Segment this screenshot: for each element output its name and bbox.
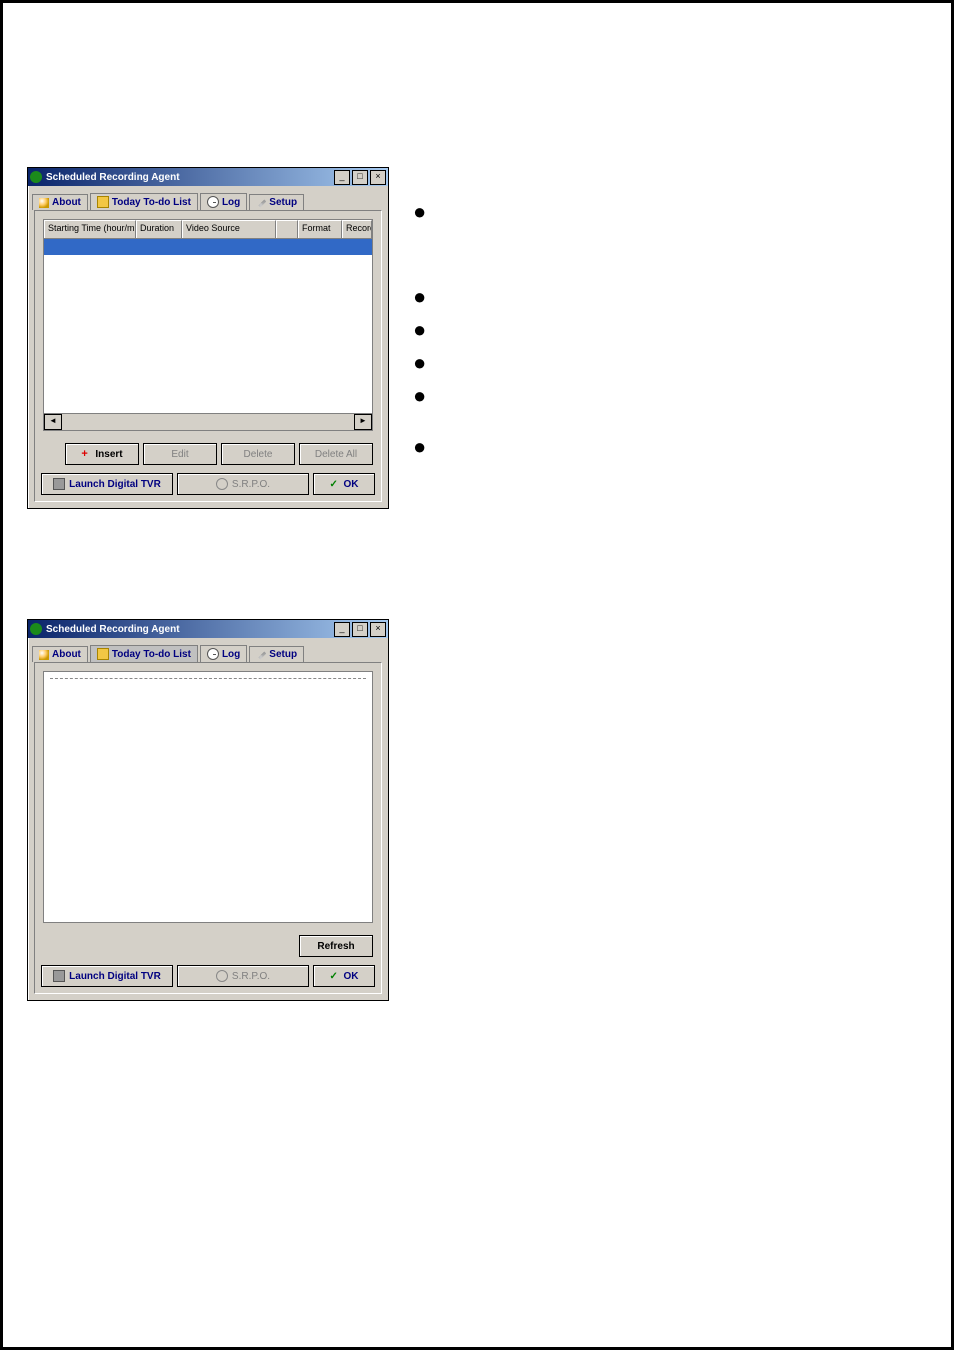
refresh-row: Refresh xyxy=(35,931,381,961)
table-button-row: Insert Edit Delete Delete All xyxy=(35,439,381,469)
check-icon xyxy=(330,479,340,489)
delete-all-label: Delete All xyxy=(315,449,357,460)
insert-label: Insert xyxy=(95,449,122,460)
tab-about[interactable]: About xyxy=(32,194,88,210)
bullet-item xyxy=(413,430,435,463)
bullet-item xyxy=(413,280,435,313)
circle-icon xyxy=(216,970,228,982)
col-duration[interactable]: Duration xyxy=(136,220,182,238)
delete-button[interactable]: Delete xyxy=(221,443,295,465)
tab-log-label: Log xyxy=(222,197,240,208)
tools-icon xyxy=(256,650,266,660)
maximize-button[interactable]: □ xyxy=(352,170,368,185)
col-video-source[interactable]: Video Source xyxy=(182,220,276,238)
tab-about-label: About xyxy=(52,197,81,208)
ok-label: OK xyxy=(344,971,359,982)
ok-button[interactable]: OK xyxy=(313,965,375,987)
about-icon xyxy=(39,650,49,660)
tab-todo-label: Today To-do List xyxy=(112,649,191,660)
tab-setup-label: Setup xyxy=(269,197,297,208)
app-icon xyxy=(30,623,42,635)
tab-today-todo[interactable]: Today To-do List xyxy=(90,193,198,210)
titlebar: Scheduled Recording Agent _ □ × xyxy=(28,620,388,638)
edit-label: Edit xyxy=(171,449,188,460)
col-starting-time[interactable]: Starting Time (hour/minute) xyxy=(44,220,136,238)
selected-row[interactable] xyxy=(44,239,372,255)
bullet-list-1 xyxy=(413,189,435,463)
window-title: Scheduled Recording Agent xyxy=(46,624,180,635)
app-icon xyxy=(30,171,42,183)
titlebar: Scheduled Recording Agent _ □ × xyxy=(28,168,388,186)
check-icon xyxy=(330,971,340,981)
circle-icon xyxy=(216,478,228,490)
table-header-row: Starting Time (hour/minute) Duration Vid… xyxy=(44,220,372,239)
log-icon xyxy=(207,648,219,660)
delete-all-button[interactable]: Delete All xyxy=(299,443,373,465)
ok-label: OK xyxy=(344,479,359,490)
bullet-item xyxy=(413,346,435,379)
refresh-button[interactable]: Refresh xyxy=(299,935,373,957)
tab-about[interactable]: About xyxy=(32,646,88,662)
launch-label: Launch Digital TVR xyxy=(69,479,161,490)
tab-log-label: Log xyxy=(222,649,240,660)
launch-digital-tvr-button[interactable]: Launch Digital TVR xyxy=(41,473,173,495)
srpo-button[interactable]: S.R.P.O. xyxy=(177,473,309,495)
window-scheduled-recording-agent-todo: Scheduled Recording Agent _ □ × About To… xyxy=(27,167,389,509)
tabstrip: About Today To-do List Log Setup xyxy=(28,638,388,662)
document-page: Scheduled Recording Agent _ □ × About To… xyxy=(0,0,954,1350)
window-title: Scheduled Recording Agent xyxy=(46,172,180,183)
ok-button[interactable]: OK xyxy=(313,473,375,495)
horizontal-scrollbar[interactable]: ◄ ► xyxy=(44,413,372,430)
col-format[interactable]: Format xyxy=(298,220,342,238)
tools-icon xyxy=(256,198,266,208)
log-focus-outline xyxy=(50,678,366,679)
tab-log[interactable]: Log xyxy=(200,645,247,662)
srpo-button[interactable]: S.R.P.O. xyxy=(177,965,309,987)
close-button[interactable]: × xyxy=(370,622,386,637)
maximize-button[interactable]: □ xyxy=(352,622,368,637)
scroll-left-arrow-icon[interactable]: ◄ xyxy=(44,414,62,430)
bullet-item xyxy=(413,379,435,412)
tv-icon xyxy=(53,970,65,982)
srpo-label: S.R.P.O. xyxy=(232,479,270,490)
todo-table[interactable]: Starting Time (hour/minute) Duration Vid… xyxy=(43,219,373,431)
row-log-section: Scheduled Recording Agent _ □ × About To… xyxy=(27,619,927,1001)
folder-icon xyxy=(97,196,109,208)
refresh-label: Refresh xyxy=(317,941,354,952)
tab-setup[interactable]: Setup xyxy=(249,194,304,210)
window-scheduled-recording-agent-log: Scheduled Recording Agent _ □ × About To… xyxy=(27,619,389,1001)
srpo-label: S.R.P.O. xyxy=(232,971,270,982)
tab-today-todo[interactable]: Today To-do List xyxy=(90,645,198,662)
bottom-button-row: Launch Digital TVR S.R.P.O. OK xyxy=(35,469,381,501)
tab-setup-label: Setup xyxy=(269,649,297,660)
tab-about-label: About xyxy=(52,649,81,660)
tab-log[interactable]: Log xyxy=(200,193,247,210)
tab-todo-label: Today To-do List xyxy=(112,197,191,208)
client-area: Starting Time (hour/minute) Duration Vid… xyxy=(34,210,382,502)
plus-icon xyxy=(81,449,91,459)
minimize-button[interactable]: _ xyxy=(334,170,350,185)
log-icon xyxy=(207,196,219,208)
tabstrip: About Today To-do List Log Setup xyxy=(28,186,388,210)
minimize-button[interactable]: _ xyxy=(334,622,350,637)
col-record[interactable]: Record xyxy=(342,220,372,238)
bottom-button-row: Launch Digital TVR S.R.P.O. OK xyxy=(35,961,381,993)
launch-label: Launch Digital TVR xyxy=(69,971,161,982)
close-button[interactable]: × xyxy=(370,170,386,185)
launch-digital-tvr-button[interactable]: Launch Digital TVR xyxy=(41,965,173,987)
folder-icon xyxy=(97,648,109,660)
scroll-right-arrow-icon[interactable]: ► xyxy=(354,414,372,430)
bullet-item xyxy=(413,313,435,346)
edit-button[interactable]: Edit xyxy=(143,443,217,465)
client-area: Refresh Launch Digital TVR S.R.P.O. OK xyxy=(34,662,382,994)
tv-icon xyxy=(53,478,65,490)
tab-setup[interactable]: Setup xyxy=(249,646,304,662)
bullet-item xyxy=(413,195,435,228)
col-blank[interactable] xyxy=(276,220,298,238)
insert-button[interactable]: Insert xyxy=(65,443,139,465)
row-todo-section: Scheduled Recording Agent _ □ × About To… xyxy=(27,167,927,509)
about-icon xyxy=(39,198,49,208)
log-textarea[interactable] xyxy=(43,671,373,923)
delete-label: Delete xyxy=(244,449,273,460)
